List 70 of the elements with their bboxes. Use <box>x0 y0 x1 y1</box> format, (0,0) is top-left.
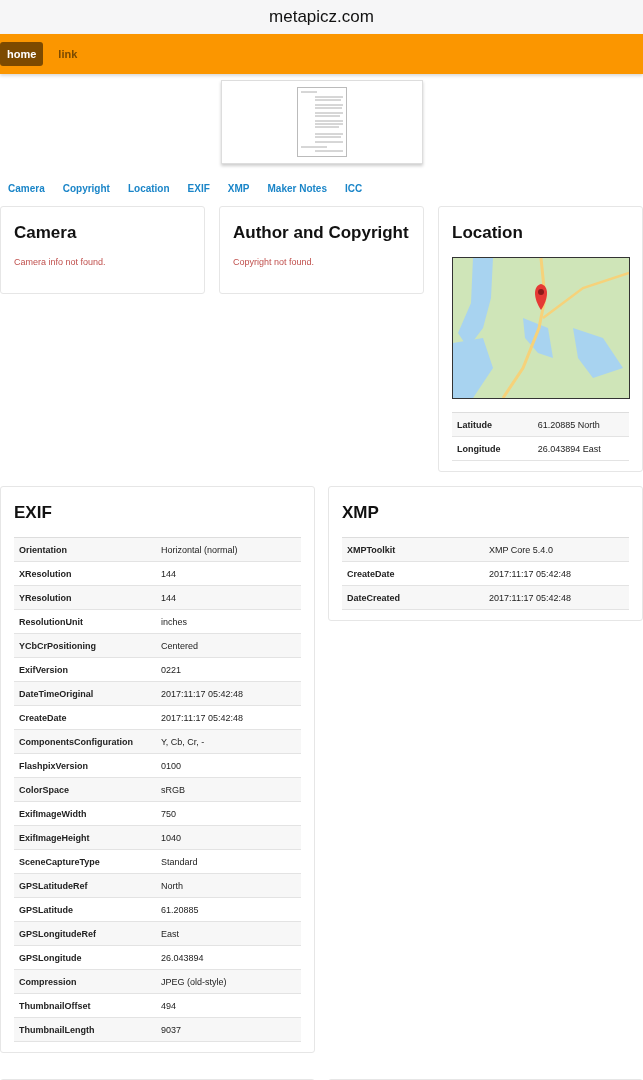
document-drawing <box>296 87 347 157</box>
table-cell-text: 144 <box>160 592 178 603</box>
table-cell-text: XMP Core 5.4.0 <box>488 544 554 555</box>
section-link[interactable]: EXIF <box>187 183 210 194</box>
table-cell-text: Compression <box>18 976 78 987</box>
table-cell-text: 0221 <box>160 664 183 675</box>
table-cell-text: GPSLatitude <box>18 904 74 915</box>
card-title: XMP <box>342 503 380 523</box>
table-cell-text: 26.043894 <box>160 952 205 963</box>
table-cell-text: ComponentsConfiguration <box>18 736 134 747</box>
card-title: EXIF <box>14 503 53 523</box>
table-cell-text: 61.20885 <box>160 904 200 915</box>
table-cell-text: GPSLongitudeRef <box>18 928 97 939</box>
table-cell-text: Longitude <box>456 443 502 454</box>
table-cell-text: inches <box>160 616 189 627</box>
table-cell-text: XMPToolkit <box>346 544 397 555</box>
table-cell-text: 494 <box>160 1000 178 1011</box>
table-cell-text: Centered <box>160 640 200 651</box>
nav-link[interactable]: link <box>51 42 85 66</box>
table-cell-text: YCbCrPositioning <box>18 640 97 651</box>
section-link[interactable]: ICC <box>344 183 363 194</box>
table-cell-text: East <box>160 928 181 939</box>
section-link[interactable]: Location <box>127 183 170 194</box>
table-cell-text: ExifImageHeight <box>18 832 91 843</box>
table-cell-text: North <box>160 880 185 891</box>
section-link[interactable]: XMP <box>227 183 250 194</box>
table-cell-text: 9037 <box>160 1024 183 1035</box>
table-cell-text: 2017:11:17 05:42:48 <box>488 592 572 603</box>
table-cell-text: 0100 <box>160 760 183 771</box>
section-link[interactable]: Copyright <box>62 183 110 194</box>
table-cell-text: DateCreated <box>346 592 402 603</box>
table-cell-text: 2017:11:17 05:42:48 <box>488 568 572 579</box>
table-cell-text: CreateDate <box>346 568 396 579</box>
table-cell-text: XResolution <box>18 568 73 579</box>
table-cell-text: YResolution <box>18 592 73 603</box>
card-title: Location <box>452 223 524 243</box>
table-cell-text: Latitude <box>456 419 493 430</box>
table-cell-text: DateTimeOriginal <box>18 688 95 699</box>
url-text[interactable]: metapicz.com <box>269 7 374 27</box>
table-cell-text: 144 <box>160 568 178 579</box>
table-cell-text: 61.20885 North <box>536 419 601 430</box>
table-cell-text: CreateDate <box>18 712 68 723</box>
table-cell-text: Standard <box>160 856 199 867</box>
table-cell-text: ColorSpace <box>18 784 70 795</box>
table-cell-text: GPSLongitude <box>18 952 83 963</box>
nav-link[interactable]: home <box>0 42 44 66</box>
not-found-message: Camera info not found. <box>14 257 107 267</box>
not-found-message: Copyright not found. <box>233 257 316 267</box>
table-cell-text: Y, Cb, Cr, - <box>160 736 206 747</box>
table-cell-text: ThumbnailLength <box>18 1024 96 1035</box>
table-cell-text: 750 <box>160 808 178 819</box>
table-cell-text: ResolutionUnit <box>18 616 84 627</box>
card-title: Author and Copyright <box>233 223 410 243</box>
table-cell-text: SceneCaptureType <box>18 856 101 867</box>
table-cell-text: ExifVersion <box>18 664 70 675</box>
card-title: Camera <box>14 223 78 243</box>
table-cell-text: 2017:11:17 05:42:48 <box>160 688 244 699</box>
table-cell-text: Orientation <box>18 544 68 555</box>
table-cell-text: 2017:11:17 05:42:48 <box>160 712 244 723</box>
table-cell-text: FlashpixVersion <box>18 760 90 771</box>
section-link[interactable]: Camera <box>8 183 45 194</box>
table-cell-text: ThumbnailOffset <box>18 1000 92 1011</box>
table-cell-text: 1040 <box>160 832 183 843</box>
section-link[interactable]: Maker Notes <box>267 183 327 194</box>
table-cell-text: Horizontal (normal) <box>160 544 239 555</box>
table-cell-text: GPSLatitudeRef <box>18 880 89 891</box>
table-cell-text: 26.043894 East <box>536 443 602 454</box>
table-cell-text: JPEG (old-style) <box>160 976 228 987</box>
table-cell-text: sRGB <box>160 784 187 795</box>
table-cell-text: ExifImageWidth <box>18 808 88 819</box>
